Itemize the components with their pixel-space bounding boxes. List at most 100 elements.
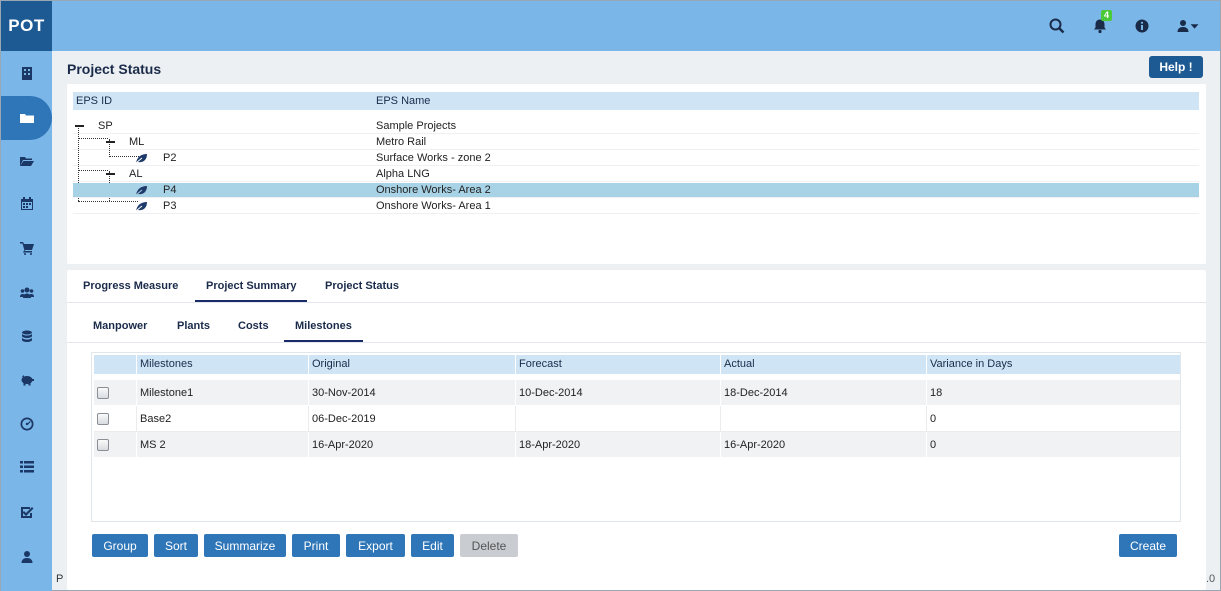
eps-row[interactable]: P3 Onshore Works- Area 1 xyxy=(73,199,1199,214)
sidebar-item-building[interactable] xyxy=(1,51,52,95)
help-button[interactable]: Help ! xyxy=(1149,56,1203,78)
eps-name: Surface Works - zone 2 xyxy=(376,152,491,164)
sidebar-item-check[interactable] xyxy=(1,490,52,534)
caret-down-icon xyxy=(1190,24,1199,29)
info-button[interactable] xyxy=(1134,18,1150,34)
eps-name: Alpha LNG xyxy=(376,168,430,180)
actual-cell: 18-Dec-2014 xyxy=(720,380,926,406)
sidebar-item-dashboard[interactable] xyxy=(1,402,52,446)
tab-progress-measure[interactable]: Progress Measure xyxy=(83,280,178,292)
tab-project-status[interactable]: Project Status xyxy=(325,280,399,292)
eps-table-header: EPS ID EPS Name xyxy=(73,92,1199,110)
select-column-header xyxy=(94,355,136,374)
sidebar-item-folder-open[interactable] xyxy=(1,139,52,183)
actual-cell: 16-Apr-2020 xyxy=(720,432,926,458)
user-menu-button[interactable] xyxy=(1176,18,1206,34)
calendar-icon xyxy=(20,197,33,210)
table-row[interactable]: MS 2 16-Apr-2020 18-Apr-2020 16-Apr-2020… xyxy=(94,432,1180,458)
eps-name: Sample Projects xyxy=(376,120,457,132)
folder-open-icon xyxy=(19,157,34,166)
database-icon xyxy=(21,330,32,342)
eps-row-selected[interactable]: P4 Onshore Works- Area 2 xyxy=(73,183,1199,198)
leaf-icon xyxy=(135,154,147,164)
sidebar-item-user[interactable] xyxy=(1,535,52,579)
forecast-cell xyxy=(515,406,720,432)
delete-button[interactable]: Delete xyxy=(460,534,518,557)
sidebar-item-list[interactable] xyxy=(1,445,52,489)
row-checkbox[interactable] xyxy=(97,439,109,451)
sidebar-item-calendar[interactable] xyxy=(1,182,52,226)
dashboard-icon xyxy=(20,417,33,431)
notification-badge: 4 xyxy=(1101,10,1113,21)
milestones-table: Milestones Original Forecast Actual Vari… xyxy=(91,352,1181,522)
table-row[interactable]: Milestone1 30-Nov-2014 10-Dec-2014 18-De… xyxy=(94,380,1180,406)
milestones-header[interactable]: Milestones xyxy=(136,355,308,374)
subtab-milestones[interactable]: Milestones xyxy=(284,320,363,342)
tab-project-summary[interactable]: Project Summary xyxy=(194,280,309,302)
variance-cell: 18 xyxy=(926,380,1180,406)
group-button[interactable]: Group xyxy=(92,534,148,557)
sidebar-item-database[interactable] xyxy=(1,315,52,359)
eps-row[interactable]: AL Alpha LNG xyxy=(73,167,1199,182)
forecast-cell: 10-Dec-2014 xyxy=(515,380,720,406)
forecast-cell: 18-Apr-2020 xyxy=(515,432,720,458)
export-button[interactable]: Export xyxy=(346,534,405,557)
eps-name: Onshore Works- Area 2 xyxy=(376,184,491,196)
eps-row[interactable]: P2 Surface Works - zone 2 xyxy=(73,151,1199,166)
cart-icon xyxy=(19,242,34,255)
users-icon xyxy=(19,287,34,298)
search-button[interactable] xyxy=(1049,18,1065,34)
search-icon xyxy=(1049,18,1065,34)
eps-id: AL xyxy=(129,168,143,180)
sub-tabs: Manpower Plants Costs Milestones xyxy=(67,310,1206,343)
eps-id: P4 xyxy=(163,184,177,196)
original-header[interactable]: Original xyxy=(308,355,515,374)
row-checkbox[interactable] xyxy=(97,413,109,425)
subtab-manpower[interactable]: Manpower xyxy=(93,320,147,332)
sidebar: POT xyxy=(1,1,52,591)
print-button[interactable]: Print xyxy=(292,534,340,557)
variance-cell: 0 xyxy=(926,406,1180,432)
collapse-icon[interactable] xyxy=(106,173,115,175)
app-logo[interactable]: POT xyxy=(1,1,52,51)
eps-name: Onshore Works- Area 1 xyxy=(376,200,491,212)
project-detail-panel: Progress Measure Project Summary Project… xyxy=(67,270,1206,590)
top-bar xyxy=(52,1,1220,51)
subtab-plants[interactable]: Plants xyxy=(177,320,210,332)
eps-id: P2 xyxy=(163,152,177,164)
leaf-icon xyxy=(135,186,147,196)
summarize-button[interactable]: Summarize xyxy=(204,534,286,557)
eps-id: P3 xyxy=(163,200,177,212)
actual-cell xyxy=(720,406,926,432)
milestone-name-cell: Base2 xyxy=(136,406,308,432)
variance-header[interactable]: Variance in Days xyxy=(926,355,1180,374)
row-checkbox[interactable] xyxy=(97,387,109,399)
collapse-icon[interactable] xyxy=(75,125,84,127)
original-cell: 06-Dec-2019 xyxy=(308,406,515,432)
list-icon xyxy=(19,461,34,473)
info-icon xyxy=(1135,19,1149,33)
folder-icon xyxy=(19,114,34,123)
edit-button[interactable]: Edit xyxy=(411,534,454,557)
sidebar-item-piggy-bank[interactable] xyxy=(1,358,52,402)
eps-row[interactable]: ML Metro Rail xyxy=(73,135,1199,150)
milestone-name-cell: MS 2 xyxy=(136,432,308,458)
sort-button[interactable]: Sort xyxy=(154,534,198,557)
actual-header[interactable]: Actual xyxy=(720,355,926,374)
sidebar-item-users[interactable] xyxy=(1,271,52,315)
subtab-costs[interactable]: Costs xyxy=(238,320,269,332)
milestone-name-cell: Milestone1 xyxy=(136,380,308,406)
eps-id: SP xyxy=(98,120,113,132)
eps-id: ML xyxy=(129,136,145,148)
forecast-header[interactable]: Forecast xyxy=(515,355,720,374)
eps-tree-panel: EPS ID EPS Name SP Sample Projects ML Me… xyxy=(67,84,1206,264)
collapse-icon[interactable] xyxy=(106,141,115,143)
table-row[interactable]: Base2 06-Dec-2019 0 xyxy=(94,406,1180,432)
user-icon xyxy=(21,551,32,563)
create-button[interactable]: Create xyxy=(1119,534,1177,557)
piggy-bank-icon xyxy=(21,375,34,386)
sidebar-item-folder[interactable] xyxy=(1,96,52,140)
footer-text-left: Pr xyxy=(52,570,64,590)
sidebar-item-cart[interactable] xyxy=(1,226,52,270)
eps-row[interactable]: SP Sample Projects xyxy=(73,119,1199,134)
